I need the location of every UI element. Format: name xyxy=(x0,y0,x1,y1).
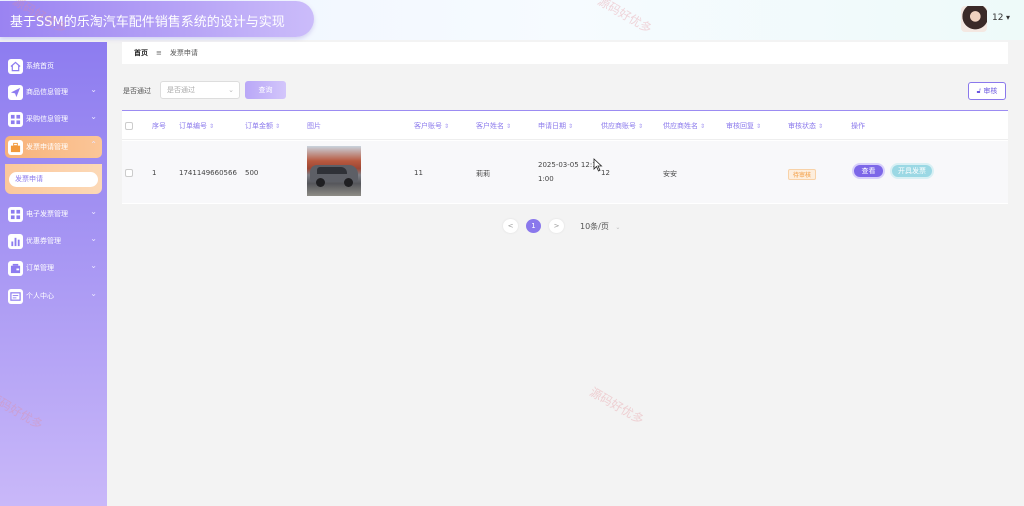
sidebar-item-label: 优惠券管理 xyxy=(26,237,61,245)
sidebar-item-label: 商品信息管理 xyxy=(26,88,68,96)
header-order-no[interactable]: 订单编号 ⇕ xyxy=(179,121,214,131)
cell-amount: 500 xyxy=(245,169,259,177)
cell-customer-account: 11 xyxy=(414,169,423,177)
sort-icon: ⇕ xyxy=(444,123,450,130)
cell-apply-date-line2: 1:00 xyxy=(538,175,554,183)
table-header: 序号 订单编号 ⇕ 订单金额 ⇕ 图片 客户账号 ⇕ 客户姓名 ⇕ 申请日期 ⇕ 供应商账… xyxy=(122,111,1008,140)
briefcase-icon xyxy=(8,139,23,155)
bar-chart-icon xyxy=(8,233,23,249)
breadcrumb: 首页 ≡ 发票申请 xyxy=(122,42,1008,64)
sidebar-item-label: 采购信息管理 xyxy=(26,115,68,123)
car-wheel-shape xyxy=(344,178,353,187)
wallet-icon xyxy=(8,260,23,276)
audit-button-label: 审核 xyxy=(983,87,998,95)
filter-label: 是否通过 xyxy=(123,87,151,95)
next-page-button[interactable]: > xyxy=(549,219,564,233)
cell-customer-name: 莉莉 xyxy=(476,170,490,178)
chevron-down-icon: ⌄ xyxy=(615,224,621,231)
header-customer-name[interactable]: 客户姓名 ⇕ xyxy=(476,121,511,131)
breadcrumb-separator-icon: ≡ xyxy=(156,49,162,57)
card-icon xyxy=(8,288,23,304)
sidebar-item-label: 电子发票管理 xyxy=(26,210,68,218)
sort-icon: ⇕ xyxy=(818,123,824,130)
car-window-shape xyxy=(317,167,347,174)
sort-icon: ⇕ xyxy=(700,123,706,130)
header-apply-date[interactable]: 申请日期 ⇕ xyxy=(538,121,573,131)
header-supplier-name[interactable]: 供应商姓名 ⇕ xyxy=(663,121,705,131)
sidebar-item-home[interactable]: 系统首页 xyxy=(5,55,102,77)
status-badge: 待审核 xyxy=(788,169,817,180)
sidebar: 系统首页 商品信息管理 ⌄ 采购信息管理 ⌄ 发票申请管理 ⌃ 发票申请 电子发… xyxy=(0,42,107,506)
user-avatar[interactable] xyxy=(961,6,987,32)
row-checkbox[interactable] xyxy=(125,169,133,177)
cell-supplier-name: 安安 xyxy=(663,170,677,178)
prev-page-button[interactable]: < xyxy=(503,219,518,233)
header-amount[interactable]: 订单金额 ⇕ xyxy=(245,121,280,131)
header-index: 序号 xyxy=(152,122,166,130)
approval-select[interactable]: 是否通过 ⌄ xyxy=(160,81,240,99)
invoice-table: 序号 订单编号 ⇕ 订单金额 ⇕ 图片 客户账号 ⇕ 客户姓名 ⇕ 申请日期 ⇕ 供应商账… xyxy=(122,110,1008,204)
sidebar-item-invoice-apply[interactable]: 发票申请管理 ⌃ xyxy=(5,136,102,158)
view-button[interactable]: 查看 xyxy=(852,163,885,179)
home-icon xyxy=(8,58,23,74)
submenu-container: 发票申请 xyxy=(5,164,102,194)
send-icon xyxy=(8,84,23,100)
header-customer-account[interactable]: 客户账号 ⇕ xyxy=(414,121,449,131)
header-audit-status[interactable]: 审核状态 ⇕ xyxy=(788,121,823,131)
chevron-down-icon: ⌄ xyxy=(90,85,97,94)
cell-index: 1 xyxy=(152,169,157,177)
car-wheel-shape xyxy=(316,178,325,187)
grid-icon xyxy=(8,111,23,127)
sort-icon: ⇕ xyxy=(568,123,574,130)
chevron-down-icon: ⌄ xyxy=(90,234,97,243)
chevron-down-icon: ⌄ xyxy=(90,289,97,298)
sort-icon: ⇕ xyxy=(506,123,512,130)
watermark: 源码好优多 xyxy=(587,384,647,427)
user-menu-caret-icon[interactable]: ▾ xyxy=(1006,13,1010,22)
sort-icon: ⇕ xyxy=(638,123,644,130)
page-size-select[interactable]: 10条/页 ⌄ xyxy=(580,221,620,232)
chevron-up-icon: ⌃ xyxy=(90,140,97,149)
sidebar-item-coupon[interactable]: 优惠券管理 ⌄ xyxy=(5,230,102,252)
page-size-label: 10条/页 xyxy=(580,222,609,231)
breadcrumb-home[interactable]: 首页 xyxy=(134,48,148,58)
sidebar-item-goods[interactable]: 商品信息管理 ⌄ xyxy=(5,81,102,103)
submenu-item-invoice-apply[interactable]: 发票申请 xyxy=(9,172,98,187)
breadcrumb-current: 发票申请 xyxy=(169,49,198,57)
header-actions: 操作 xyxy=(851,122,865,130)
chevron-down-icon: ⌄ xyxy=(90,261,97,270)
cell-apply-date-line1: 2025-03-05 12:1 xyxy=(538,161,597,169)
sidebar-item-e-invoice[interactable]: 电子发票管理 ⌄ xyxy=(5,203,102,225)
sidebar-item-orders[interactable]: 订单管理 ⌄ xyxy=(5,257,102,279)
sidebar-item-label: 个人中心 xyxy=(26,292,54,300)
audit-button[interactable]: 🔓︎ 审核 xyxy=(968,82,1006,100)
select-all-checkbox[interactable] xyxy=(125,122,133,130)
grid-icon xyxy=(8,206,23,222)
sidebar-item-label: 订单管理 xyxy=(26,264,54,272)
sort-icon: ⇕ xyxy=(209,123,215,130)
chevron-down-icon: ⌄ xyxy=(228,86,234,94)
user-name[interactable]: 12 xyxy=(992,13,1003,23)
approval-select-placeholder: 是否通过 xyxy=(167,86,195,94)
sidebar-item-purchase[interactable]: 采购信息管理 ⌄ xyxy=(5,108,102,130)
sidebar-item-profile[interactable]: 个人中心 ⌄ xyxy=(5,285,102,307)
issue-invoice-button[interactable]: 开具发票 xyxy=(890,163,934,179)
table-row: 1 1741149660566 500 11 莉莉 2025-03-05 12:… xyxy=(122,141,1008,203)
search-button[interactable]: 查询 xyxy=(245,81,286,99)
sidebar-item-label: 系统首页 xyxy=(26,62,54,70)
product-image[interactable] xyxy=(307,146,361,196)
sort-icon: ⇕ xyxy=(275,123,281,130)
page-number-1[interactable]: 1 xyxy=(526,219,541,233)
top-header: 基于SSM的乐淘汽车配件销售系统的设计与实现 12 ▾ xyxy=(0,0,1024,40)
header-supplier-account[interactable]: 供应商账号 ⇕ xyxy=(601,121,643,131)
header-audit-reply[interactable]: 审核回复 ⇕ xyxy=(726,121,761,131)
lock-icon: 🔓︎ xyxy=(976,87,982,95)
sort-icon: ⇕ xyxy=(756,123,762,130)
chevron-down-icon: ⌄ xyxy=(90,207,97,216)
chevron-down-icon: ⌄ xyxy=(90,112,97,121)
sidebar-item-label: 发票申请管理 xyxy=(26,143,68,151)
mouse-cursor-icon xyxy=(593,158,603,172)
cell-order-no: 1741149660566 xyxy=(179,169,237,177)
header-image: 图片 xyxy=(307,122,321,130)
